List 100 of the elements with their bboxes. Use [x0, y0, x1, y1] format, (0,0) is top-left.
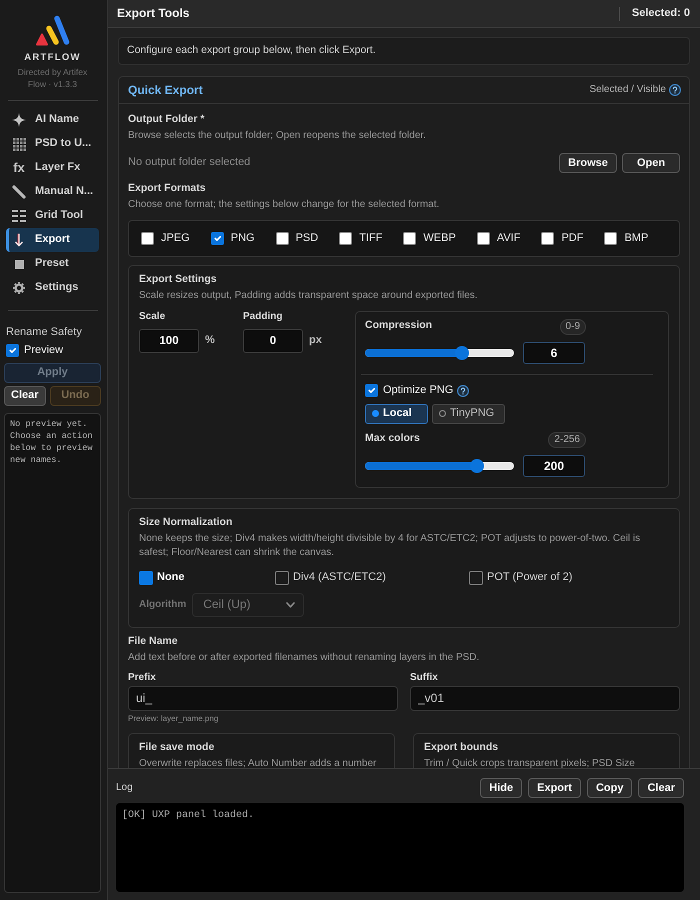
segment-button[interactable]: TinyPNG: [432, 404, 506, 424]
preview-output: No preview yet. Choose an action below to preview new names.: [4, 412, 101, 893]
checkbox-label: PDF: [561, 232, 584, 246]
sidebar-item[interactable]: Preset: [6, 252, 99, 276]
log-button[interactable]: Clear: [638, 778, 684, 798]
checkbox-label: None: [157, 570, 184, 585]
range-badge: 2-256: [548, 432, 586, 448]
slider-thumb[interactable]: [455, 346, 470, 360]
app-tagline: Directed by Artifex Flow · v1.3.3: [16, 66, 88, 90]
checkbox[interactable]: [541, 232, 554, 245]
sidebar-item[interactable]: Manual N...: [6, 180, 99, 204]
hint-text: Scale resizes output, Padding adds transparent space around exported files.: [139, 289, 479, 303]
folder-button[interactable]: Browse: [559, 153, 617, 173]
field-label: Prefix: [128, 670, 156, 684]
checkbox[interactable]: [339, 232, 352, 245]
hint-text: Trim / Quick crops transparent pixels; PSD Size: [424, 756, 635, 768]
sidebar-item[interactable]: Settings: [6, 276, 99, 300]
checkbox-label: Preview: [24, 344, 64, 358]
hint-text: Browse selects the output folder; Open reopens the selected folder.: [128, 129, 427, 143]
checkbox[interactable]: [210, 232, 224, 245]
log-button[interactable]: Export: [528, 778, 581, 798]
checkbox[interactable]: [141, 232, 154, 245]
radio-dot-icon: [372, 410, 379, 418]
max-colors-input[interactable]: 200: [523, 454, 585, 477]
unit-label: %: [205, 334, 215, 348]
info-message: Configure each export group below, then click Export.: [118, 37, 690, 65]
log-button[interactable]: Copy: [586, 778, 632, 798]
section-label: Export Formats: [128, 182, 206, 195]
compression-input[interactable]: 6: [523, 342, 585, 364]
checkbox[interactable]: [604, 232, 618, 245]
segment-button[interactable]: Local: [365, 404, 428, 424]
sidebar-item[interactable]: Export: [6, 228, 99, 252]
fx-icon: fx: [13, 161, 25, 175]
action-button[interactable]: Clear: [4, 386, 46, 406]
panel-title: File save mode: [139, 740, 214, 754]
checkbox[interactable]: [6, 344, 19, 358]
checkbox-label: AVIF: [496, 232, 520, 246]
suffix-input[interactable]: _v01: [410, 686, 680, 711]
scope-label: Selected / Visible: [589, 84, 666, 96]
log-title: Log: [116, 782, 133, 794]
panel-title: Export Settings: [139, 273, 218, 286]
field-label: Compression: [365, 319, 432, 332]
field-label: Max colors: [365, 432, 420, 445]
folder-button[interactable]: Open: [622, 153, 680, 173]
sidebar-item[interactable]: AI Name: [6, 108, 99, 132]
sidebar-item[interactable]: fx Layer Fx: [6, 156, 99, 180]
checkbox[interactable]: [276, 232, 289, 245]
chevron-icon: [286, 602, 296, 608]
square-icon: [14, 260, 24, 268]
max-colors-slider[interactable]: [365, 458, 514, 473]
unit-label: px: [309, 334, 322, 348]
card-title: Quick Export: [128, 82, 203, 98]
range-badge: 0-9: [560, 319, 586, 335]
checkbox-label: BMP: [624, 232, 648, 246]
folder-status: No output folder selected: [128, 156, 250, 170]
checkbox-label: Div4 (ASTC/ETC2): [293, 570, 386, 585]
checkbox-label: JPEG: [161, 232, 190, 246]
filename-preview: Preview: layer_name.png: [128, 714, 220, 724]
selection-count: Selected: 0: [632, 6, 690, 20]
hint-text: Overwrite replaces files; Auto Number adds a number: [139, 756, 376, 768]
checkbox-label: PNG: [230, 232, 255, 246]
log-button[interactable]: Hide: [480, 778, 522, 798]
slider-thumb[interactable]: [470, 458, 484, 473]
hint-text: Add text before or after exported filenames without renaming layers in the PSD.: [128, 650, 480, 665]
help-icon: [457, 384, 470, 397]
panel-title: Export bounds: [424, 740, 498, 754]
help-icon: [669, 84, 681, 96]
checkbox-label: PSD: [296, 232, 318, 246]
prefix-input[interactable]: ui_: [128, 686, 398, 711]
padding-input[interactable]: 0: [243, 329, 303, 353]
checkbox-label: Optimize PNG: [383, 384, 454, 398]
sidebar-item[interactable]: PSD to U...: [6, 132, 99, 156]
checkbox[interactable]: [365, 384, 378, 398]
hint-text: None keeps the size; Div4 makes width/height divisible by 4 for ASTC/ETC2; POT adjusts to power-of-two. Ceil is safest; Floor/Nearest can shrink the canvas.: [139, 532, 642, 560]
checkbox[interactable]: [403, 232, 416, 245]
section-label: Output Folder *: [128, 113, 204, 126]
log-output: [OK] UXP panel loaded.: [116, 803, 684, 892]
checkbox-label: POT (Power of 2): [487, 570, 572, 585]
checkbox[interactable]: [275, 570, 289, 585]
radio-ring-icon: [439, 410, 446, 418]
field-label: Scale: [139, 310, 166, 323]
list-icon: [12, 210, 26, 222]
checkbox-label: WEBP: [423, 232, 456, 246]
section-title: Rename Safety: [5, 326, 83, 340]
checkbox[interactable]: [476, 232, 490, 245]
checkbox[interactable]: [139, 570, 153, 585]
field-label: Suffix: [410, 670, 438, 684]
grid-icon: [12, 138, 26, 150]
sidebar-item[interactable]: Grid Tool: [6, 204, 99, 228]
checkbox-label: TIFF: [359, 232, 382, 246]
scale-input[interactable]: 100: [139, 329, 199, 353]
field-label: Padding: [243, 310, 282, 323]
arrow-down-icon: [14, 233, 24, 247]
app-name: ARTFLOW: [24, 52, 81, 64]
compression-slider[interactable]: [365, 346, 514, 360]
field-label: Algorithm: [139, 598, 186, 611]
logo-icon: [36, 15, 70, 46]
checkbox[interactable]: [469, 570, 483, 585]
section-label: File Name: [128, 634, 178, 648]
sparkle-icon: [12, 113, 26, 127]
